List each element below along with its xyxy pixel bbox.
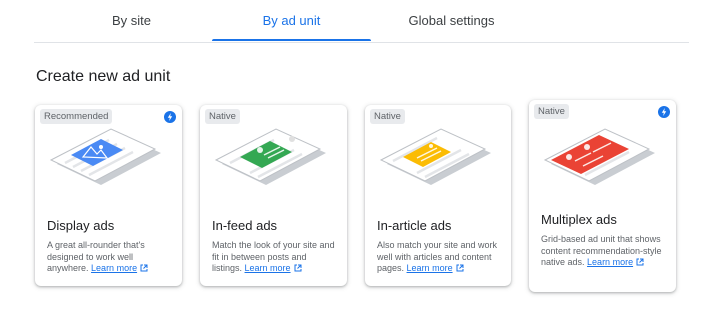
learn-more-link[interactable]: Learn more	[245, 263, 291, 273]
section-title: Create new ad unit	[36, 68, 171, 85]
open-in-new-icon	[456, 264, 464, 276]
in-article-ads-card[interactable]: Native In-article ads Also match your si…	[365, 105, 511, 286]
open-in-new-icon	[140, 264, 148, 276]
tab-bar: By site By ad unit Global settings	[34, 0, 689, 43]
multiplex-ads-card[interactable]: Native Multiplex ads Grid-based ad unit …	[529, 100, 676, 292]
active-tab-indicator	[212, 39, 371, 41]
card-description: Also match your site and work well with …	[377, 240, 502, 276]
in-feed-ads-illustration	[214, 128, 326, 185]
open-in-new-icon	[636, 258, 644, 270]
tab-by-ad-unit[interactable]: By ad unit	[212, 0, 371, 42]
learn-more-link[interactable]: Learn more	[91, 263, 137, 273]
card-title: Multiplex ads	[541, 212, 617, 227]
card-description: A great all-rounder that's designed to w…	[47, 240, 172, 276]
card-description: Grid-based ad unit that shows content re…	[541, 234, 666, 270]
tab-by-site[interactable]: By site	[64, 0, 199, 42]
learn-more-link[interactable]: Learn more	[407, 263, 453, 273]
tab-global-settings[interactable]: Global settings	[379, 0, 524, 42]
learn-more-link[interactable]: Learn more	[587, 257, 633, 267]
card-title: In-feed ads	[212, 218, 278, 233]
display-ads-illustration	[49, 128, 161, 185]
open-in-new-icon	[294, 264, 302, 276]
card-description: Match the look of your site and fit in b…	[212, 240, 337, 276]
in-article-ads-illustration	[379, 128, 491, 185]
card-title: In-article ads	[377, 218, 452, 233]
card-title: Display ads	[47, 218, 115, 233]
in-feed-ads-card[interactable]: Native In-feed ads Match the look of you…	[200, 105, 347, 286]
multiplex-ads-illustration	[543, 128, 655, 185]
display-ads-card[interactable]: Recommended Display ads A great all-roun…	[35, 105, 182, 286]
